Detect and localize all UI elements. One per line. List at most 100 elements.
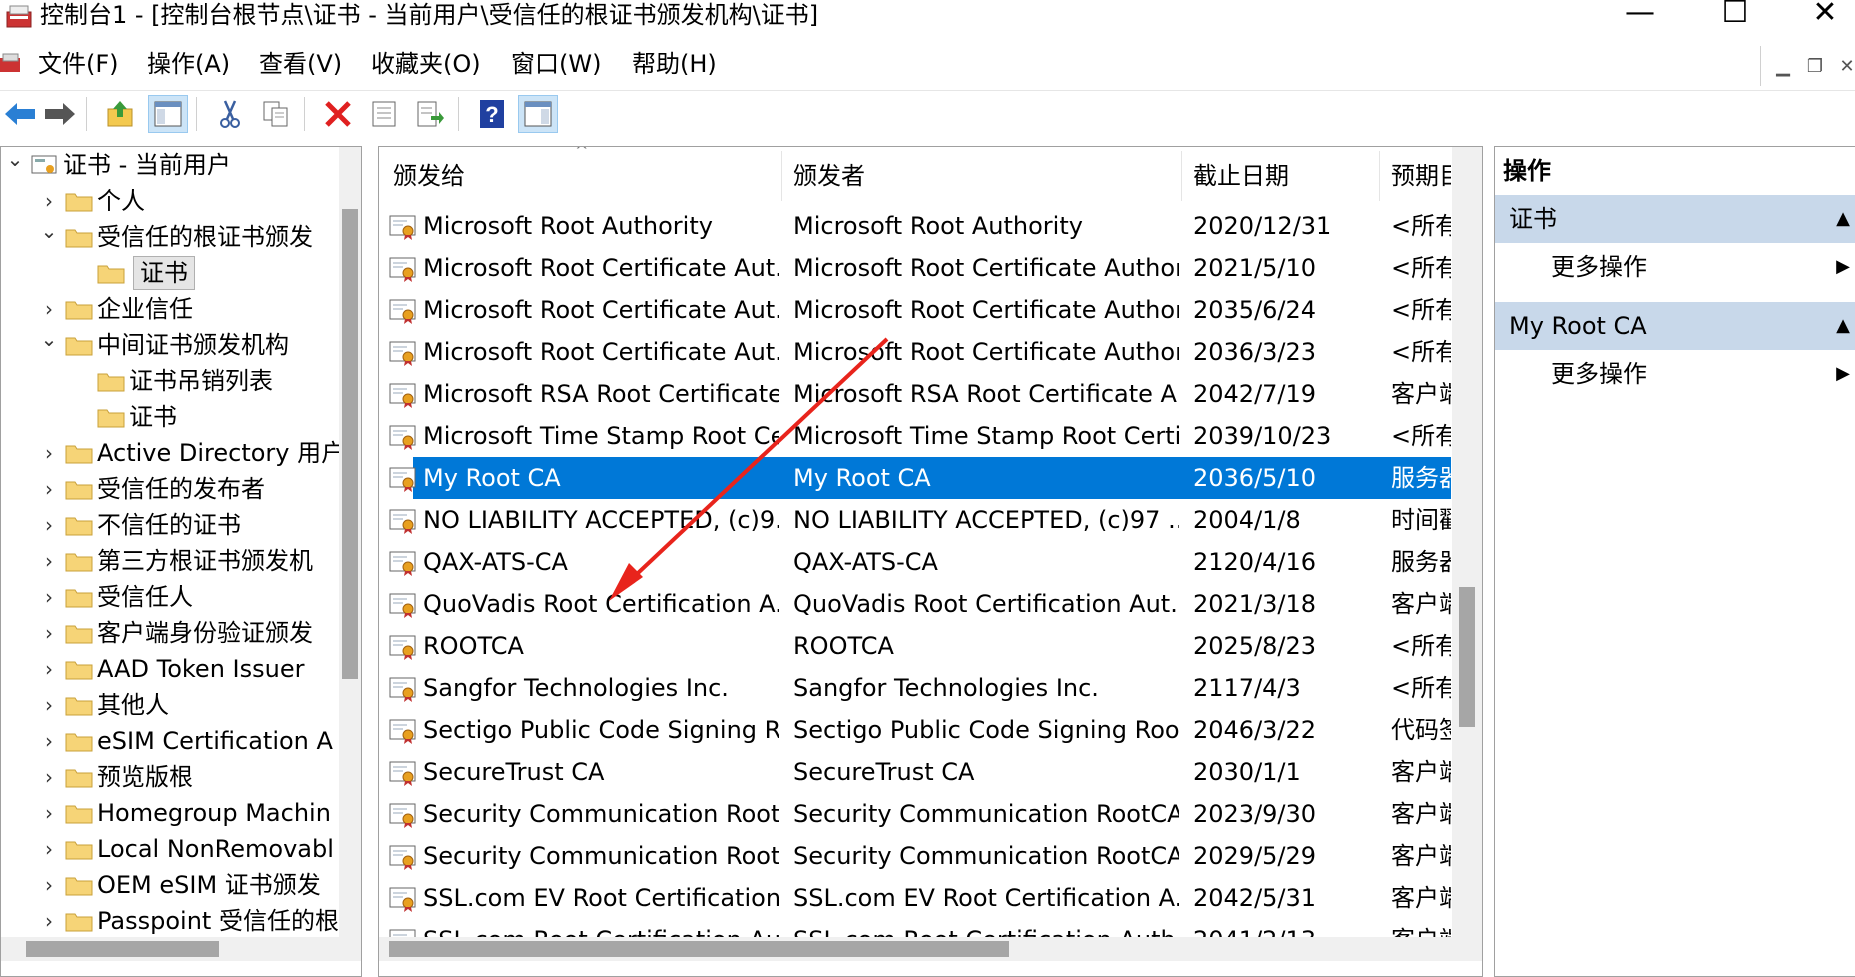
certificate-row[interactable]: Microsoft RSA Root Certificate... Microso… [379, 373, 1451, 415]
collapsed-chevron-icon[interactable]: › [39, 759, 59, 795]
collapsed-chevron-icon[interactable]: › [39, 651, 59, 687]
up-one-level-button[interactable] [100, 95, 140, 133]
certificate-row[interactable]: Microsoft Root Certificate Aut... Microso… [379, 247, 1451, 289]
export-list-button[interactable] [410, 95, 450, 133]
list-horizontal-scroll-thumb[interactable] [389, 941, 1009, 957]
certificate-row[interactable]: ROOTCA ROOTCA 2025/8/23 <所有 [379, 625, 1451, 667]
expanded-chevron-icon[interactable]: ⌄ [5, 147, 25, 177]
tree-item[interactable]: ⌄ 证书 - 当前用户 [1, 147, 339, 183]
tree-item[interactable]: › Passpoint 受信任的根 [1, 903, 339, 939]
list-vertical-scroll-thumb[interactable] [1459, 587, 1475, 727]
tree-item[interactable]: 证书吊销列表 [1, 363, 339, 399]
properties-button[interactable] [364, 95, 404, 133]
tree-item[interactable]: › Active Directory 用户 [1, 435, 345, 471]
collapse-arrow-icon[interactable]: ▲ [1836, 302, 1850, 350]
mdi-close-button[interactable]: ✕ [1833, 54, 1855, 80]
minimize-button[interactable]: — [1610, 0, 1670, 30]
maximize-button[interactable]: ☐ [1705, 0, 1765, 30]
tree-vertical-scrollbar[interactable] [339, 147, 361, 937]
tree-item[interactable]: › Homegroup Machin [1, 795, 339, 831]
collapsed-chevron-icon[interactable]: › [39, 867, 59, 903]
menu-view[interactable]: 查看(V) [259, 44, 342, 84]
column-header-expiration-date[interactable]: 截止日期 [1193, 147, 1373, 205]
certificate-row[interactable]: Security Communication Root... Security C… [379, 835, 1451, 877]
expanded-chevron-icon[interactable]: ⌄ [39, 321, 59, 357]
show-hide-action-pane-button[interactable] [518, 95, 558, 133]
tree-item[interactable]: 证书 [1, 255, 339, 291]
tree-item[interactable]: › 第三方根证书颁发机 [1, 543, 339, 579]
column-separator[interactable] [1379, 151, 1380, 201]
tree-item[interactable]: ⌄ 中间证书颁发机构 [1, 327, 339, 363]
action-more-actions[interactable]: 更多操作 ▶ [1495, 243, 1855, 291]
certificate-row[interactable]: Sectigo Public Code Signing R... Sectigo … [379, 709, 1451, 751]
tree-item[interactable]: › 其他人 [1, 687, 339, 723]
copy-button[interactable] [256, 95, 296, 133]
collapsed-chevron-icon[interactable]: › [39, 687, 59, 723]
certificate-row[interactable]: Sangfor Technologies Inc. Sangfor Technol… [379, 667, 1451, 709]
menu-file[interactable]: 文件(F) [38, 44, 119, 84]
tree-horizontal-scroll-thumb[interactable] [26, 941, 219, 957]
tree-item[interactable]: › 受信任人 [1, 579, 339, 615]
certificate-row[interactable]: Microsoft Root Certificate Aut... Microso… [379, 331, 1451, 373]
collapsed-chevron-icon[interactable]: › [39, 903, 59, 939]
collapsed-chevron-icon[interactable]: › [39, 507, 59, 543]
menu-window[interactable]: 窗口(W) [511, 44, 601, 84]
tree-item-label: 中间证书颁发机构 [97, 331, 289, 359]
menu-favorites[interactable]: 收藏夹(O) [371, 44, 481, 84]
tree-item[interactable]: 证书 [1, 399, 339, 435]
certificate-row[interactable]: Microsoft Time Stamp Root Ce... Microsoft… [379, 415, 1451, 457]
column-header-issued-by[interactable]: 颁发者 [793, 147, 1093, 205]
collapsed-chevron-icon[interactable]: › [39, 795, 59, 831]
certificate-row[interactable]: QAX-ATS-CA QAX-ATS-CA 2120/4/16 服务器 [379, 541, 1451, 583]
cut-button[interactable] [210, 95, 250, 133]
action-more-actions[interactable]: 更多操作 ▶ [1495, 350, 1855, 398]
tree-item[interactable]: › 预览版根 [1, 759, 339, 795]
action-section-certificates[interactable]: 证书 ▲ [1495, 195, 1855, 243]
column-separator[interactable] [1181, 151, 1182, 201]
column-separator[interactable] [781, 151, 782, 201]
collapsed-chevron-icon[interactable]: › [39, 435, 59, 471]
certificate-row[interactable]: Security Communication Root... Security C… [379, 793, 1451, 835]
collapsed-chevron-icon[interactable]: › [39, 579, 59, 615]
back-button[interactable] [0, 95, 40, 133]
certificate-row[interactable]: SecureTrust CA SecureTrust CA 2030/1/1 客户端 [379, 751, 1451, 793]
expanded-chevron-icon[interactable]: ⌄ [39, 213, 59, 249]
close-button[interactable]: ✕ [1795, 0, 1855, 30]
tree-item[interactable]: ⌄ 受信任的根证书颁发 [1, 219, 339, 255]
collapsed-chevron-icon[interactable]: › [39, 615, 59, 651]
help-button[interactable]: ? [472, 95, 512, 133]
list-horizontal-scrollbar[interactable] [379, 937, 1482, 961]
tree-vertical-scroll-thumb[interactable] [342, 209, 358, 679]
collapsed-chevron-icon[interactable]: › [39, 831, 59, 867]
mdi-minimize-button[interactable]: ▁ [1769, 54, 1797, 80]
delete-button[interactable] [318, 95, 358, 133]
certificate-row[interactable]: QuoVadis Root Certification A... QuoVadis… [379, 583, 1451, 625]
column-header-intended-purposes[interactable]: 预期目 [1391, 147, 1451, 205]
certificate-row[interactable]: NO LIABILITY ACCEPTED, (c)9... NO LIABILI… [379, 499, 1451, 541]
tree-item[interactable]: › 受信任的发布者 [1, 471, 339, 507]
forward-button[interactable] [40, 95, 80, 133]
certificate-row[interactable]: Microsoft Root Certificate Aut... Microso… [379, 289, 1451, 331]
action-section-my-root-ca[interactable]: My Root CA ▲ [1495, 302, 1855, 350]
certificate-row[interactable]: My Root CA My Root CA 2036/5/10 服务器 [389, 457, 1451, 499]
menu-action[interactable]: 操作(A) [147, 44, 230, 84]
certificate-row[interactable]: SSL.com EV Root Certification ... SSL.com… [379, 877, 1451, 919]
column-header-issued-to[interactable]: 颁发给 [393, 147, 753, 205]
tree-item[interactable]: › AAD Token Issuer [1, 651, 339, 687]
certificate-row[interactable]: Microsoft Root Authority Microsoft Root A… [379, 205, 1451, 247]
collapse-arrow-icon[interactable]: ▲ [1836, 195, 1850, 243]
tree-item[interactable]: › 客户端身份验证颁发 [1, 615, 339, 651]
cell-issued-to: SSL.com EV Root Certification ... [423, 884, 779, 912]
tree-horizontal-scrollbar[interactable] [1, 937, 361, 961]
mdi-restore-button[interactable]: ❐ [1801, 54, 1829, 80]
show-hide-console-tree-button[interactable] [148, 95, 188, 133]
tree-item[interactable]: › 不信任的证书 [1, 507, 339, 543]
list-vertical-scrollbar[interactable] [1452, 147, 1482, 937]
tree-item[interactable]: › eSIM Certification A [1, 723, 339, 759]
tree-item[interactable]: › OEM eSIM 证书颁发 [1, 867, 339, 903]
menu-help[interactable]: 帮助(H) [632, 44, 717, 84]
tree-item[interactable]: › Local NonRemovabl [1, 831, 339, 867]
collapsed-chevron-icon[interactable]: › [39, 723, 59, 759]
collapsed-chevron-icon[interactable]: › [39, 471, 59, 507]
collapsed-chevron-icon[interactable]: › [39, 543, 59, 579]
